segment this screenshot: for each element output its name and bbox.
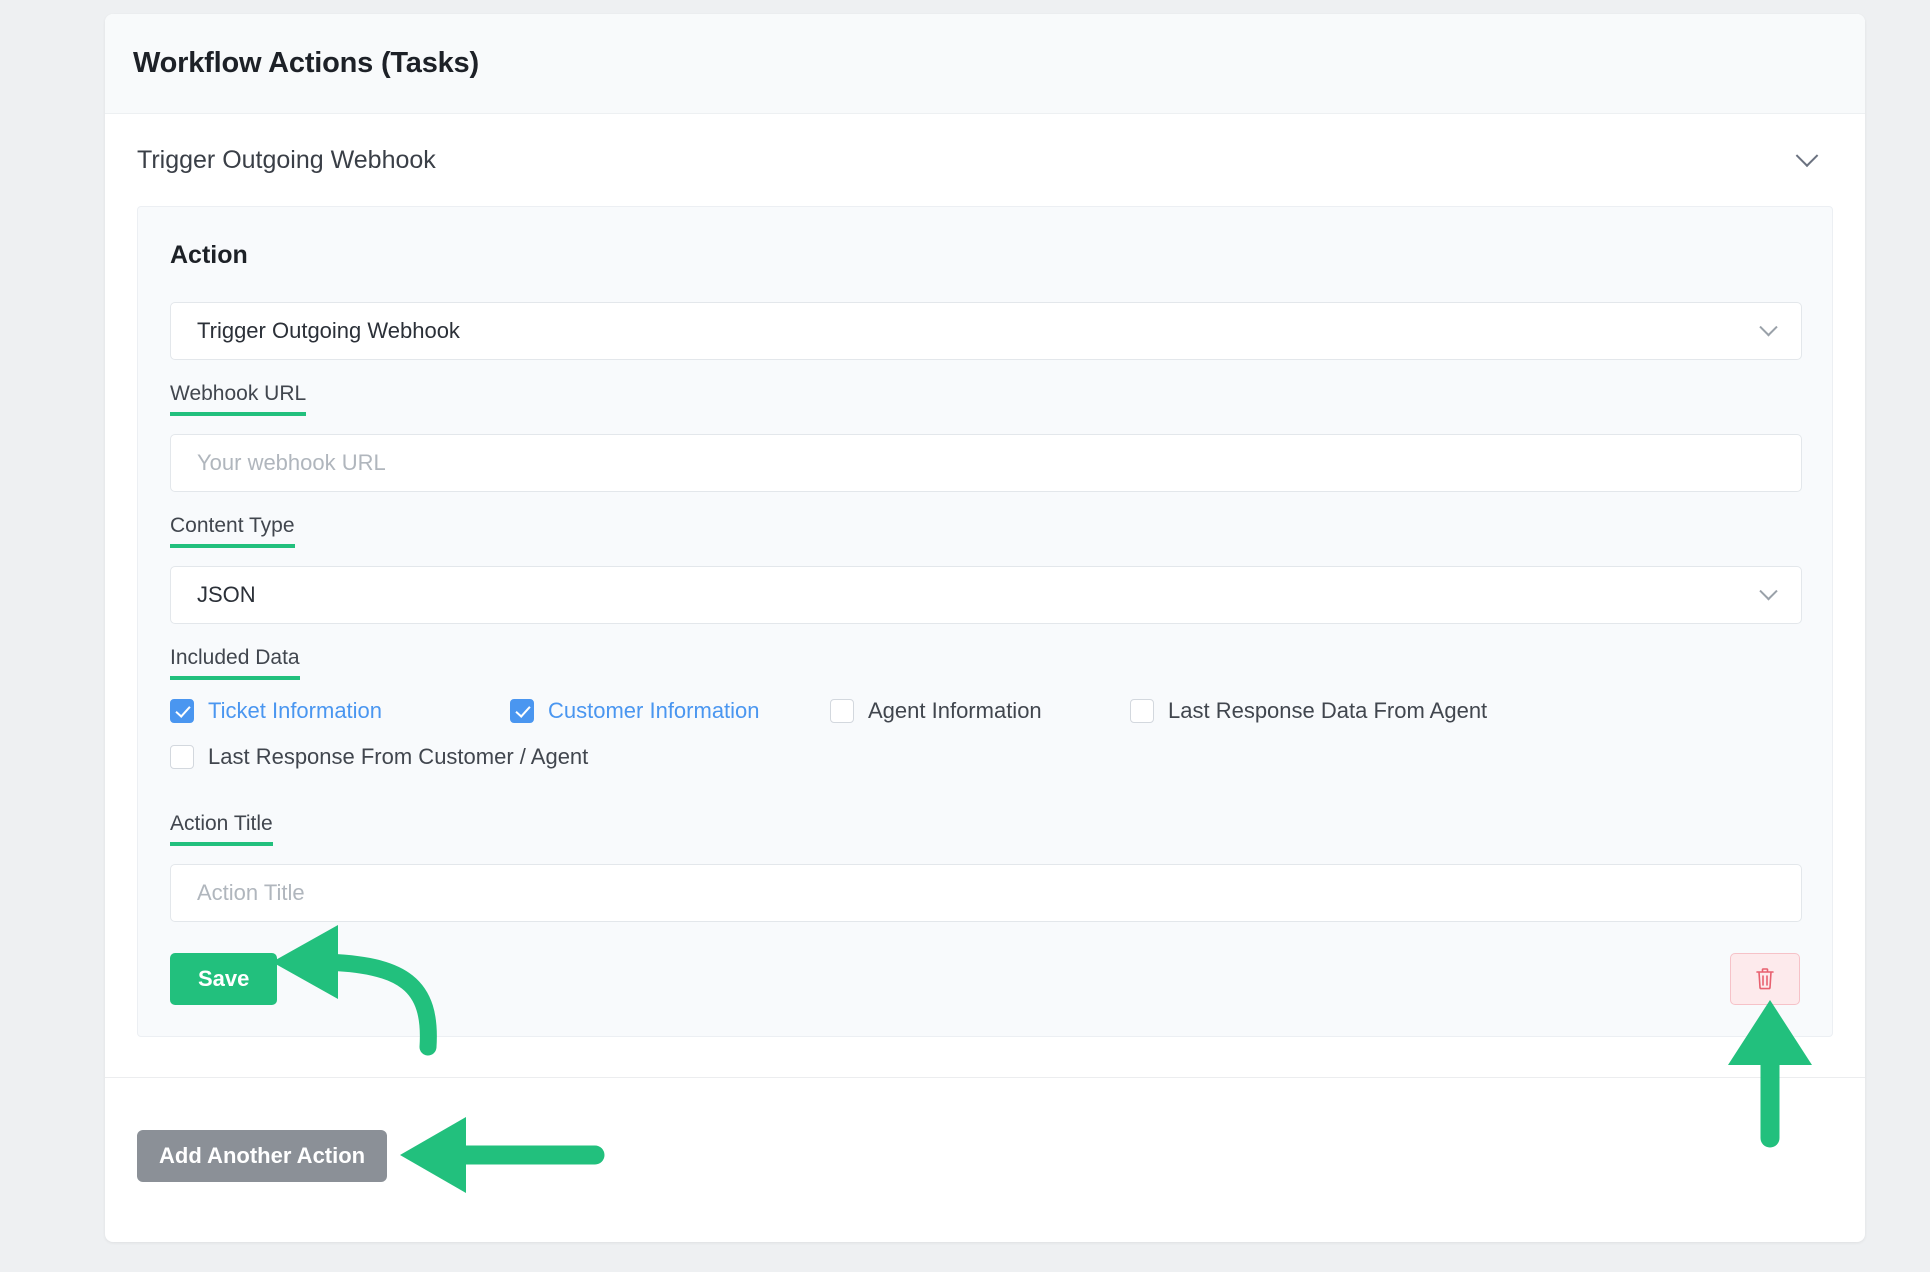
checkbox-box[interactable] (830, 699, 854, 723)
accordion-header-trigger-outgoing-webhook[interactable]: Trigger Outgoing Webhook (105, 114, 1865, 206)
checkbox-last-response-from-customer-agent[interactable]: Last Response From Customer / Agent (170, 744, 588, 770)
webhook-url-field: Webhook URL Your webhook URL (170, 360, 1802, 492)
content-type-label: Content Type (170, 514, 295, 548)
checkbox-label: Agent Information (868, 698, 1042, 723)
page-title: Workflow Actions (Tasks) (133, 47, 479, 79)
content-type-select[interactable]: JSON (170, 566, 1802, 624)
action-type-select-value: Trigger Outgoing Webhook (197, 318, 460, 343)
checkbox-agent-information[interactable]: Agent Information (830, 698, 1130, 724)
action-select-field: Trigger Outgoing Webhook (170, 302, 1802, 360)
included-data-label: Included Data (170, 646, 300, 680)
webhook-url-label: Webhook URL (170, 382, 307, 416)
accordion-title: Trigger Outgoing Webhook (137, 145, 436, 174)
checkbox-box[interactable] (510, 699, 534, 723)
chevron-down-glyph (1795, 144, 1819, 168)
content-type-field: Content Type JSON (170, 492, 1802, 624)
action-type-select[interactable]: Trigger Outgoing Webhook (170, 302, 1802, 360)
checkbox-box[interactable] (170, 745, 194, 769)
workflow-actions-card: Workflow Actions (Tasks) Trigger Outgoin… (105, 14, 1865, 1242)
checkbox-customer-information[interactable]: Customer Information (510, 698, 830, 724)
save-button[interactable]: Save (170, 953, 278, 1005)
checkbox-label: Last Response Data From Agent (1168, 698, 1488, 723)
webhook-url-input[interactable]: Your webhook URL (170, 434, 1802, 492)
delete-action-button[interactable] (1730, 953, 1800, 1005)
checkbox-ticket-information[interactable]: Ticket Information (170, 698, 510, 724)
chevron-down-icon (1759, 581, 1778, 600)
action-panel: Action Trigger Outgoing Webhook Webhook … (137, 206, 1833, 1037)
chevron-down-icon[interactable] (1789, 142, 1825, 178)
page-root: Workflow Actions (Tasks) Trigger Outgoin… (0, 0, 1930, 1272)
action-title-input[interactable]: Action Title (170, 864, 1802, 922)
included-data-field: Included Data Ticket Information Custome… (170, 624, 1800, 770)
action-title-label: Action Title (170, 812, 273, 846)
trash-icon (1756, 968, 1774, 990)
checkbox-box[interactable] (170, 699, 194, 723)
card-footer: Add Another Action (105, 1078, 1865, 1238)
action-title-field: Action Title Action Title (170, 790, 1802, 922)
checkbox-label: Ticket Information (208, 698, 383, 723)
panel-bottom-gap (105, 1037, 1865, 1077)
checkbox-box[interactable] (1130, 699, 1154, 723)
included-data-row-1: Ticket Information Customer Information … (170, 698, 1800, 724)
action-section-heading: Action (170, 241, 248, 269)
checkbox-label: Customer Information (548, 698, 760, 723)
checkbox-label: Last Response From Customer / Agent (208, 744, 589, 769)
add-another-action-button[interactable]: Add Another Action (137, 1130, 388, 1182)
chevron-down-icon (1759, 317, 1778, 336)
action-button-row: Save (170, 952, 1800, 1006)
content-type-select-value: JSON (197, 582, 256, 607)
included-data-row-2: Last Response From Customer / Agent (170, 744, 1800, 770)
card-header: Workflow Actions (Tasks) (105, 14, 1865, 114)
checkbox-last-response-data-from-agent[interactable]: Last Response Data From Agent (1130, 698, 1487, 724)
